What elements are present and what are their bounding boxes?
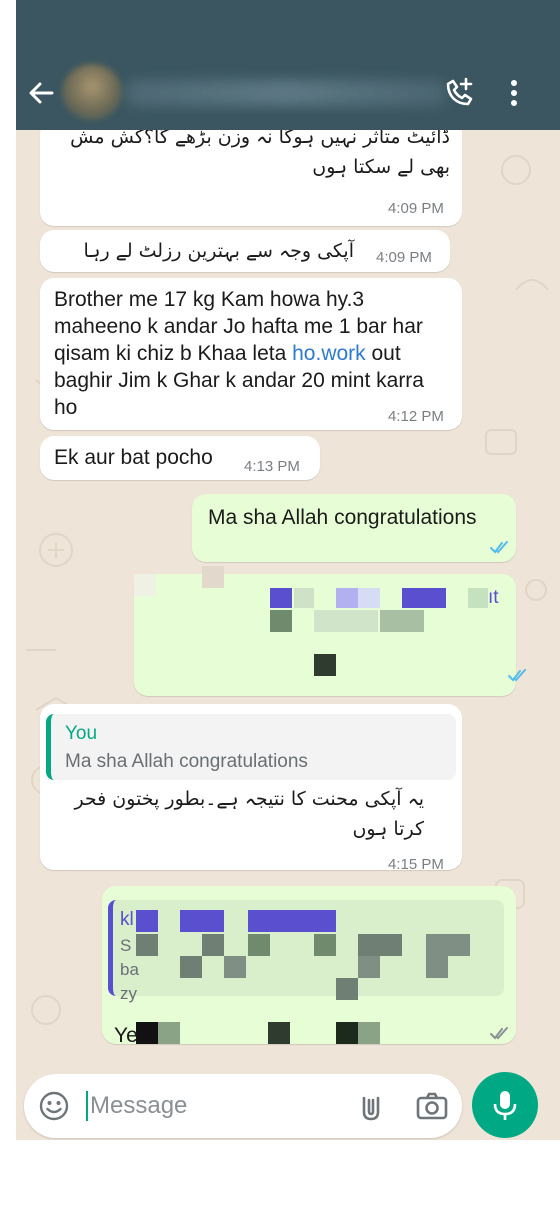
message-text: Brother me 17 kg Kam howa hy.3 maheeno k… bbox=[54, 286, 444, 421]
chat-area[interactable]: ڈائیٹ متاثر نہیں ہوگا نہ وزن بڑھے گا؟کش … bbox=[16, 130, 560, 1140]
message-link[interactable]: ho.work bbox=[292, 342, 366, 365]
message-bubble-incoming[interactable]: آپکی وجہ سے بہترین رزلٹ لے رہا ہوں 4:09 … bbox=[40, 230, 450, 292]
double-check-icon bbox=[490, 1027, 508, 1040]
attach-icon[interactable] bbox=[358, 1092, 384, 1122]
message-bubble-outgoing[interactable]: ıt bbox=[134, 566, 526, 696]
add-call-icon[interactable] bbox=[444, 76, 474, 108]
message-text: Ma sha Allah congratulations bbox=[208, 506, 477, 529]
message-time: 4:09 PM bbox=[388, 200, 444, 217]
quote-author: You bbox=[65, 723, 98, 744]
contact-avatar[interactable] bbox=[62, 64, 122, 120]
redacted-block bbox=[134, 566, 516, 696]
text-cursor bbox=[86, 1091, 88, 1121]
message-time: 4:09 PM bbox=[376, 249, 432, 266]
message-bubble-incoming[interactable]: Brother me 17 kg Kam howa hy.3 maheeno k… bbox=[40, 278, 462, 430]
message-bubble-incoming[interactable]: ڈائیٹ متاثر نہیں ہوگا نہ وزن بڑھے گا؟کش … bbox=[40, 130, 462, 226]
message-text: یہ آپکی محنت کا نتیجہ ہے۔بطور پختون فحر … bbox=[74, 788, 424, 840]
message-text-fragment: Ye bbox=[114, 1024, 138, 1047]
message-time: 4:15 PM bbox=[388, 856, 444, 873]
left-edge bbox=[0, 0, 16, 1214]
redacted-block bbox=[102, 886, 516, 1044]
emoji-icon[interactable] bbox=[38, 1090, 70, 1122]
message-bubble-incoming[interactable]: You Ma sha Allah congratulations یہ آپکی… bbox=[40, 704, 462, 873]
quote-text: Ma sha Allah congratulations bbox=[65, 751, 308, 772]
mic-button[interactable] bbox=[472, 1072, 538, 1138]
back-arrow-icon[interactable] bbox=[26, 78, 56, 108]
message-text: Ek aur bat pocho bbox=[54, 446, 213, 469]
mic-icon bbox=[493, 1091, 517, 1120]
bottom-area bbox=[16, 1140, 560, 1214]
message-time: 4:12 PM bbox=[388, 408, 444, 425]
message-time: 4:13 PM bbox=[244, 458, 300, 475]
message-composer[interactable]: Message bbox=[24, 1074, 462, 1138]
contact-name[interactable] bbox=[126, 80, 446, 106]
message-bubble-outgoing[interactable]: Ma sha Allah congratulations bbox=[192, 494, 516, 562]
message-bubble-outgoing[interactable]: kl S ba zy Ye bbox=[102, 886, 516, 1047]
message-input[interactable]: Message bbox=[90, 1092, 187, 1120]
camera-icon[interactable] bbox=[416, 1092, 448, 1120]
message-bubble-incoming[interactable]: Ek aur bat pocho 4:13 PM bbox=[40, 436, 320, 480]
more-vert-icon[interactable] bbox=[504, 78, 524, 108]
double-check-icon bbox=[508, 669, 526, 682]
message-text: ڈائیٹ متاثر نہیں ہوگا نہ وزن بڑھے گا؟کش … bbox=[70, 130, 450, 178]
double-check-icon bbox=[490, 541, 508, 554]
quoted-message[interactable]: You Ma sha Allah congratulations bbox=[46, 714, 456, 780]
message-text-fragment: ıt bbox=[488, 587, 499, 608]
chat-header bbox=[16, 0, 560, 130]
